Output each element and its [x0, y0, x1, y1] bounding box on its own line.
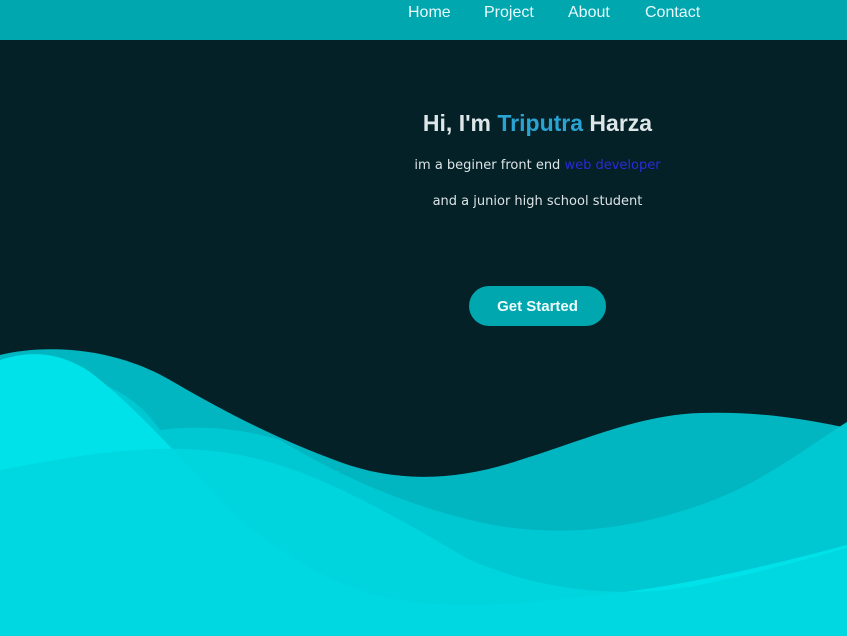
- hero-line1-prefix: im a beginer front end: [414, 158, 561, 173]
- hero-greeting: Hi, I'm: [422, 110, 492, 136]
- hero-title: Hi, I'm Triputra Harza: [0, 110, 847, 137]
- nav-link-about[interactable]: About: [568, 3, 610, 23]
- hero-section: Hi, I'm Triputra Harza im a beginer fron…: [0, 40, 847, 636]
- hero-subtitle-line-2: and a junior high school student: [432, 194, 643, 209]
- nav-link-project[interactable]: Project: [484, 3, 534, 23]
- hero-subtitle-line-1: im a beginer front end web developer: [0, 158, 847, 173]
- hero-last-name: Harza: [589, 110, 653, 136]
- navbar: Home Project About Contact: [0, 0, 847, 40]
- get-started-button[interactable]: Get Started: [469, 286, 606, 326]
- hero-first-name: Triputra: [497, 110, 584, 136]
- nav-link-home[interactable]: Home: [408, 3, 451, 23]
- hero-line1-highlight: web developer: [564, 158, 661, 173]
- nav-link-contact[interactable]: Contact: [645, 3, 700, 23]
